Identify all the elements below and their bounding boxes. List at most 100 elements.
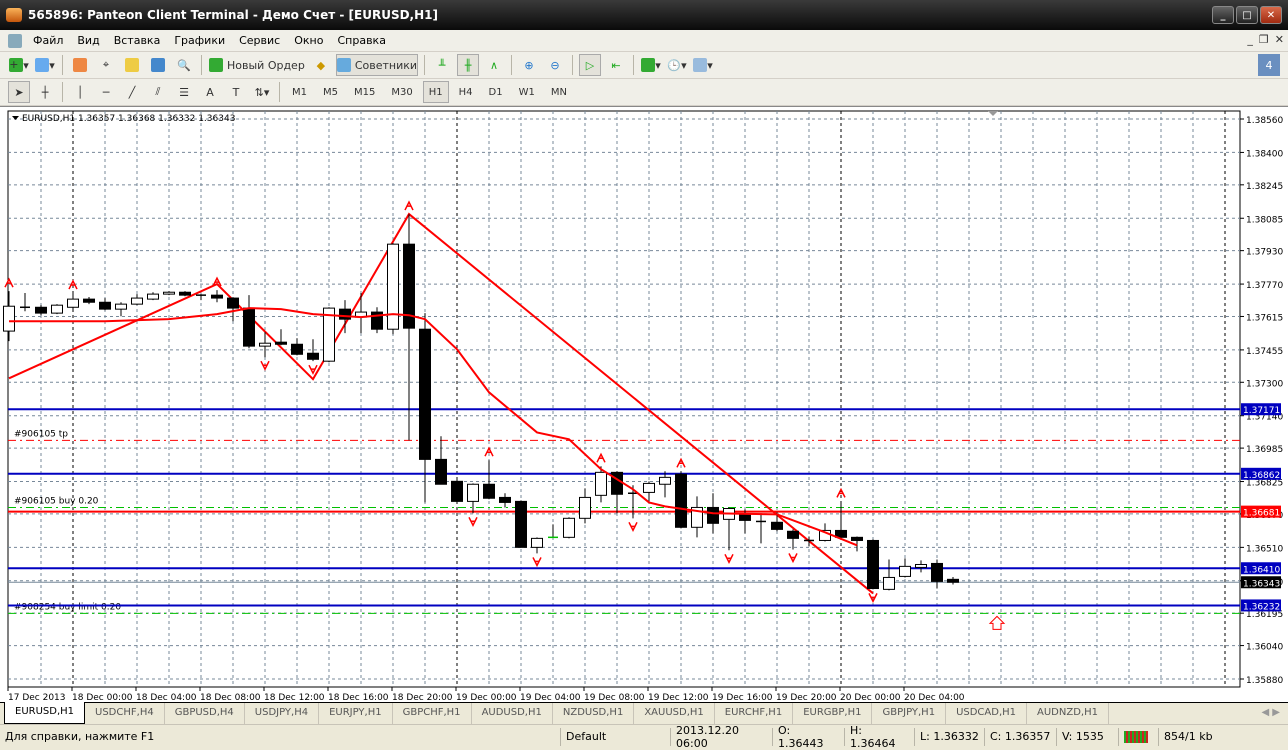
timeframe-m5[interactable]: M5: [317, 81, 344, 103]
tab-scroll-arrows[interactable]: ◀ ▶: [1261, 707, 1280, 718]
status-open: O: 1.36443: [772, 724, 844, 750]
alert-icon[interactable]: ◆: [310, 54, 332, 76]
vertical-line-icon[interactable]: │: [69, 81, 91, 103]
candle-body: [579, 496, 591, 519]
line-chart-icon[interactable]: ∧: [483, 54, 505, 76]
chart-tab[interactable]: NZDUSD,H1: [553, 703, 635, 724]
chart-canvas[interactable]: 1.38560 1.38400 1.38245 1.38085 1.37930 1.377…: [0, 107, 1288, 703]
candle-body: [515, 500, 527, 548]
menu-file[interactable]: Файл: [26, 34, 70, 47]
candle-body: [595, 471, 607, 496]
title-bar: 565896: Panteon Client Terminal - Демо С…: [0, 0, 1288, 30]
chart-tabs: EURUSD,H1 USDCHF,H4 GBPUSD,H4 USDJPY,H4 EURJ…: [0, 702, 1288, 724]
indicators-icon[interactable]: ▾: [640, 54, 662, 76]
experts-button[interactable]: Советники: [335, 54, 419, 76]
candle-body: [739, 513, 751, 521]
window-title: 565896: Panteon Client Terminal - Демо С…: [28, 8, 438, 22]
y-tick-label: 1.38400: [1246, 149, 1283, 159]
candle-body: [275, 341, 287, 345]
close-button[interactable]: ✕: [1260, 6, 1282, 24]
price-chart[interactable]: 1.38560 1.38400 1.38245 1.38085 1.37930 1.377…: [0, 106, 1288, 703]
timeframe-h4[interactable]: H4: [453, 81, 479, 103]
mdi-minimize-button[interactable]: _: [1247, 33, 1253, 46]
chart-shift-icon[interactable]: ⇤: [605, 54, 627, 76]
text-label-icon[interactable]: T: [225, 81, 247, 103]
chart-tab[interactable]: XAUUSD,H1: [634, 703, 715, 724]
zoom-out-icon[interactable]: ⊖: [544, 54, 566, 76]
candle-body: [499, 496, 511, 503]
timeframe-m1[interactable]: M1: [286, 81, 313, 103]
menu-view[interactable]: Вид: [70, 34, 106, 47]
chart-tab[interactable]: USDJPY,H4: [245, 703, 320, 724]
fibonacci-icon[interactable]: ☰: [173, 81, 195, 103]
trendline-icon[interactable]: ╱: [121, 81, 143, 103]
chart-tab[interactable]: USDCAD,H1: [946, 703, 1028, 724]
timeframe-h1[interactable]: H1: [422, 81, 449, 103]
horizontal-line-icon[interactable]: ─: [95, 81, 117, 103]
equidistant-channel-icon[interactable]: ⫽: [147, 81, 169, 103]
candle-body: [307, 352, 319, 360]
status-time: 2013.12.20 06:00: [670, 724, 772, 750]
mdi-restore-button[interactable]: ❐: [1259, 33, 1269, 46]
tester-icon[interactable]: 🔍: [173, 54, 195, 76]
new-order-button[interactable]: Новый Ордер: [208, 54, 306, 76]
menu-insert[interactable]: Вставка: [107, 34, 168, 47]
autoscroll-icon[interactable]: ▷: [579, 54, 602, 76]
arrows-icon[interactable]: ⇅▾: [251, 81, 273, 103]
menu-tools[interactable]: Сервис: [232, 34, 287, 47]
new-chart-icon[interactable]: + ▾: [8, 54, 30, 76]
status-low: L: 1.36332: [914, 727, 984, 746]
candle-body: [211, 294, 223, 299]
candle-body: [115, 303, 127, 310]
chart-tab[interactable]: EURCHF,H1: [715, 703, 794, 724]
zoom-in-icon[interactable]: ⊕: [518, 54, 540, 76]
candle-body: [899, 565, 911, 577]
crosshair-icon[interactable]: ⌖: [95, 54, 117, 76]
terminal-icon[interactable]: [147, 54, 169, 76]
chart-tab[interactable]: AUDUSD,H1: [472, 703, 553, 724]
maximize-button[interactable]: □: [1236, 6, 1258, 24]
chart-tab[interactable]: AUDNZD,H1: [1027, 703, 1109, 724]
chart-tab[interactable]: EURUSD,H1: [4, 702, 86, 724]
crosshair-tool-icon[interactable]: ┼: [34, 81, 56, 103]
menu-help[interactable]: Справка: [330, 34, 392, 47]
chart-symbol-info: EURUSD,H1 1.36357 1.36368 1.36332 1.3634…: [22, 114, 235, 124]
chart-tab[interactable]: EURGBP,H1: [793, 703, 873, 724]
y-tick-label: 1.38085: [1246, 215, 1283, 225]
y-tick-label: 1.37930: [1246, 248, 1283, 258]
candlestick-icon[interactable]: ╫: [457, 54, 480, 76]
minimize-button[interactable]: _: [1212, 6, 1234, 24]
status-high: H: 1.36464: [844, 724, 914, 750]
market-watch-icon[interactable]: [69, 54, 91, 76]
chart-tab[interactable]: GBPJPY,H1: [872, 703, 947, 724]
navigator-icon[interactable]: [121, 54, 143, 76]
text-icon[interactable]: A: [199, 81, 221, 103]
candle-body: [467, 483, 479, 502]
chart-tab[interactable]: USDCHF,H4: [85, 703, 165, 724]
candle-body: [83, 298, 95, 303]
connection-icon: [1118, 727, 1158, 746]
mdi-close-button[interactable]: ✕: [1275, 33, 1284, 46]
chart-tab[interactable]: EURJPY,H1: [319, 703, 393, 724]
timeframe-m15[interactable]: M15: [348, 81, 381, 103]
candle-body: [99, 301, 111, 310]
new-order-label: Новый Ордер: [227, 58, 305, 72]
periods-icon[interactable]: 🕒▾: [666, 54, 688, 76]
timeframe-w1[interactable]: W1: [513, 81, 541, 103]
timeframe-d1[interactable]: D1: [483, 81, 509, 103]
menu-window[interactable]: Окно: [287, 34, 330, 47]
timeframe-m30[interactable]: M30: [385, 81, 418, 103]
candle-body: [931, 562, 943, 582]
cursor-icon[interactable]: ➤: [8, 81, 30, 103]
chart-tab[interactable]: GBPCHF,H1: [393, 703, 472, 724]
profiles-icon[interactable]: ▾: [34, 54, 56, 76]
menu-charts[interactable]: Графики: [167, 34, 232, 47]
notification-icon[interactable]: 4: [1258, 54, 1280, 76]
timeframe-mn[interactable]: MN: [545, 81, 573, 103]
candle-body: [67, 298, 79, 308]
status-bar: Для справки, нажмите F1 Default 2013.12.…: [0, 724, 1288, 750]
chart-tab[interactable]: GBPUSD,H4: [165, 703, 245, 724]
templates-icon[interactable]: ▾: [692, 54, 714, 76]
bar-chart-icon[interactable]: ╨: [431, 54, 453, 76]
candle-body: [35, 306, 47, 314]
